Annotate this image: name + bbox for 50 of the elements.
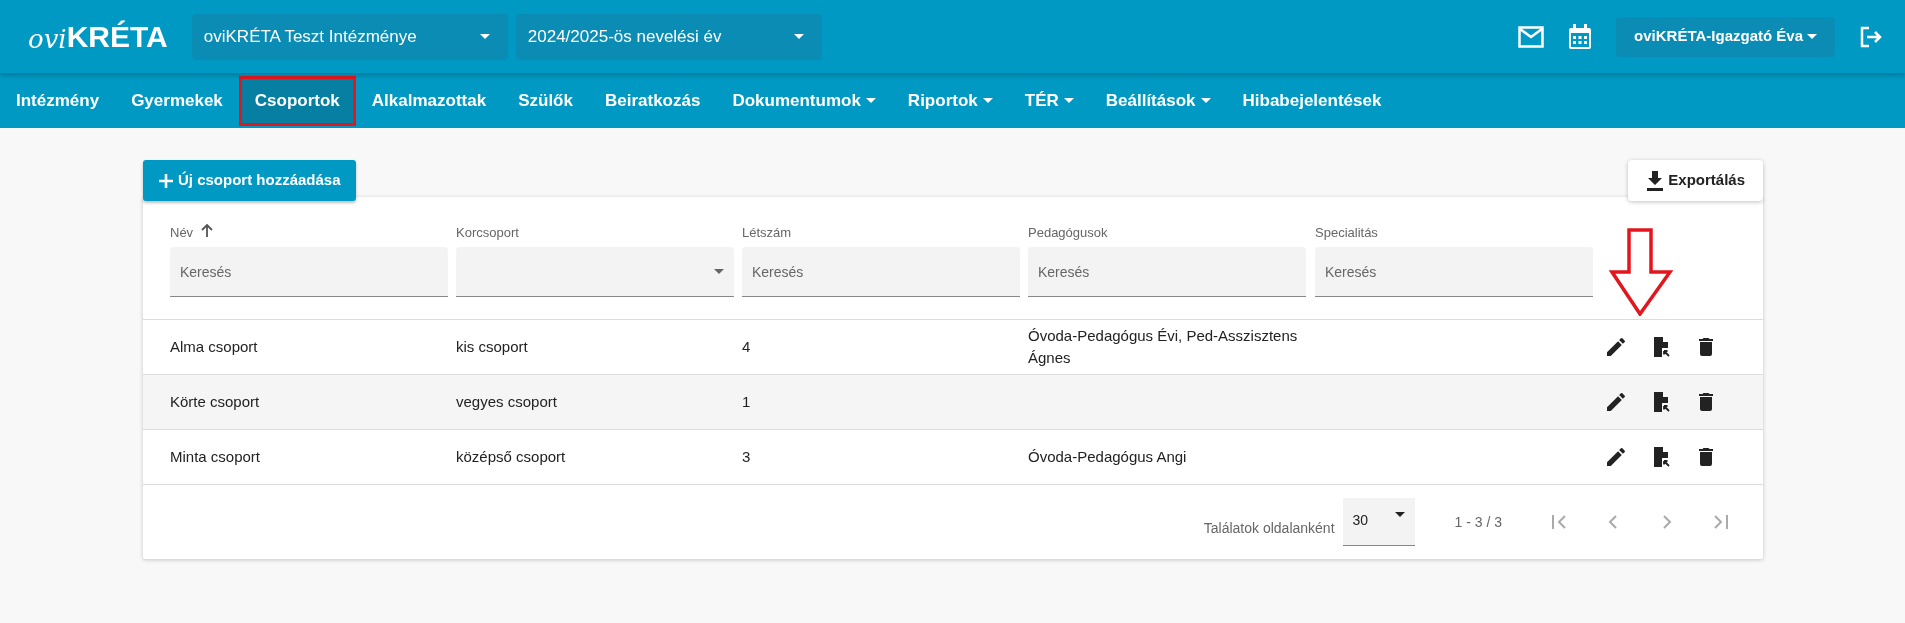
logout-icon[interactable] [1859, 24, 1883, 49]
nav-tab[interactable]: Gyermekek [118, 78, 236, 123]
nav-tab[interactable]: Intézmény [3, 78, 113, 123]
table-cell: vegyes csoport [456, 392, 557, 410]
column-header[interactable]: Specialitás [1315, 223, 1378, 243]
nav-tab[interactable]: Beállítások [1092, 78, 1224, 123]
column-header[interactable]: Korcsoport [456, 223, 519, 243]
search-field[interactable]: Keresés [170, 247, 448, 297]
nav-tab[interactable]: Szülők [505, 78, 586, 123]
logo[interactable]: oviKRÉTA [28, 21, 168, 52]
filter-dropdown[interactable] [456, 247, 734, 297]
table-cell: Óvoda-Pedagógus Angi [1028, 447, 1187, 465]
nav-tab[interactable]: Riportok [894, 78, 1006, 123]
school-year-dropdown[interactable]: 2024/2025-ös nevelési év [515, 13, 822, 60]
plus-icon [158, 172, 174, 189]
calendar-icon[interactable] [1568, 23, 1593, 50]
per-page-label: Találatok oldalanként [1203, 518, 1335, 538]
edit-pencil-icon[interactable] [1604, 445, 1628, 469]
edit-pencil-icon[interactable] [1604, 335, 1628, 359]
nav-tab[interactable]: Dokumentumok [719, 78, 889, 123]
table-cell: 1 [742, 392, 751, 410]
add-group-button[interactable]: Új csoport hozzáadása [143, 160, 356, 201]
nav-tab[interactable]: Csoportok [241, 78, 353, 123]
table-cell: 3 [742, 447, 751, 465]
per-page-dropdown[interactable]: 30 [1342, 498, 1415, 546]
column-header[interactable]: Név [170, 223, 194, 243]
column-header[interactable]: Pedagógusok [1028, 223, 1108, 243]
sort-ascending-icon[interactable] [201, 223, 214, 237]
nav-tab[interactable]: TÉR [1011, 78, 1087, 123]
table-cell: Alma csoport [170, 337, 258, 355]
nav-tab[interactable]: Alkalmazottak [358, 78, 500, 123]
table-cell: kis csoport [456, 337, 528, 355]
user-menu[interactable]: oviKRÉTA-Igazgató Éva [1616, 16, 1835, 57]
table-cell: Minta csoport [170, 447, 261, 465]
table-cell: Óvoda-Pedagógus Évi, Ped-Asszisztens Ágnes [1028, 326, 1298, 366]
institution-dropdown[interactable]: oviKRÉTA Teszt Intézménye [191, 13, 508, 60]
export-button[interactable]: Exportálás [1628, 160, 1763, 201]
column-header[interactable]: Létszám [742, 223, 792, 243]
download-icon [1646, 170, 1665, 191]
edit-pencil-icon[interactable] [1604, 390, 1628, 414]
nav-tab[interactable]: Beiratkozás [591, 78, 714, 123]
mail-icon[interactable] [1518, 25, 1545, 48]
search-field[interactable]: Keresés [1028, 247, 1306, 297]
nav-tab[interactable]: Hibabejelentések [1229, 78, 1395, 123]
page-range: 1 - 3 / 3 [1454, 512, 1502, 532]
table-cell: 4 [742, 337, 751, 355]
search-field[interactable]: Keresés [742, 247, 1020, 297]
table-cell: középső csoport [456, 447, 566, 465]
table-cell: Körte csoport [170, 392, 260, 410]
search-field[interactable]: Keresés [1315, 247, 1593, 297]
